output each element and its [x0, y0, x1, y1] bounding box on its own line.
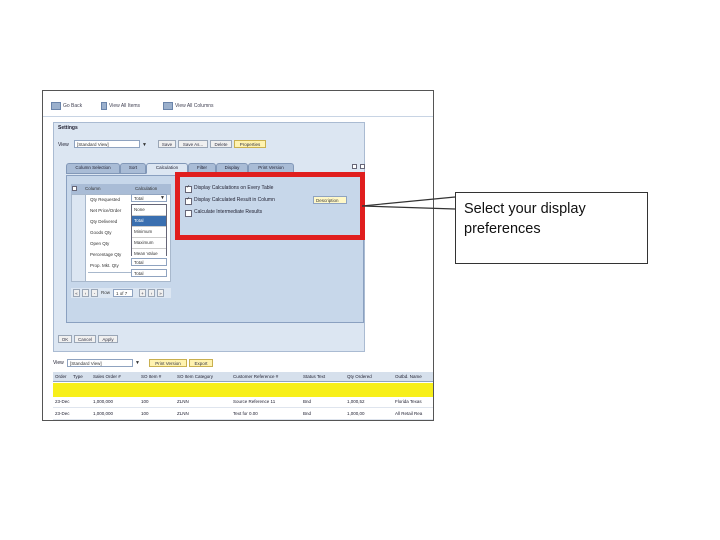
column-header[interactable]: Customer Reference #: [233, 372, 299, 382]
save-as-button[interactable]: Save As...: [178, 140, 208, 148]
calculation-header: Calculation: [133, 184, 171, 194]
dropdown-option[interactable]: Maximum: [132, 238, 166, 249]
callout-leader-line: [362, 196, 456, 210]
callout-box: Select your display preferences: [455, 192, 648, 264]
view-label: View: [58, 142, 69, 148]
next-row-button[interactable]: +: [139, 289, 146, 297]
grid-pager: « ‹ - Row 1 of 7 + › »: [71, 288, 171, 298]
results-view-select[interactable]: [Standard View]: [67, 359, 133, 367]
last-page-button[interactable]: »: [157, 289, 164, 297]
first-page-button[interactable]: «: [73, 289, 80, 297]
view-all-items-button[interactable]: View All Items: [101, 101, 140, 111]
expand-icon[interactable]: [352, 164, 357, 169]
prev-page-button[interactable]: ‹: [82, 289, 89, 297]
table-row[interactable]: 23-Dec 1,000,000 100 ZLNN Source Referen…: [53, 397, 433, 408]
column-header[interactable]: Qty Ordered: [347, 372, 391, 382]
cancel-button[interactable]: Cancel: [74, 335, 96, 343]
back-icon: [51, 102, 61, 110]
restore-icon[interactable]: [360, 164, 365, 169]
results-toolbar: View [Standard View] ▼ Print Version Exp…: [53, 359, 433, 369]
properties-button[interactable]: Properties: [234, 140, 266, 148]
export-button[interactable]: Export: [189, 359, 213, 367]
column-header: Column: [85, 186, 101, 191]
chevron-down-icon[interactable]: ▼: [160, 195, 165, 201]
pager-value[interactable]: 1 of 7: [113, 289, 133, 297]
dropdown-option[interactable]: None: [132, 205, 166, 216]
ok-button[interactable]: OK: [58, 335, 72, 343]
table-row[interactable]: 23-Dec 1,000,000 100 ZLNN Text for 0.00 …: [53, 409, 433, 420]
highlight-box: [175, 172, 365, 240]
print-version-button[interactable]: Print Version: [149, 359, 187, 367]
column-header[interactable]: SO Item #: [141, 372, 173, 382]
row-selector-column: [72, 195, 86, 281]
column-header[interactable]: Order: [55, 372, 71, 382]
chevron-down-icon[interactable]: ▼: [135, 360, 140, 366]
apply-button[interactable]: Apply: [98, 335, 118, 343]
calculation-select[interactable]: Total: [131, 269, 167, 277]
results-view-label: View: [53, 360, 64, 366]
tab-column-selection[interactable]: Column Selection: [66, 163, 120, 174]
sap-screenshot: Go Back View All Items View All Columns …: [42, 90, 434, 421]
column-header[interactable]: Outbd. Name: [395, 372, 433, 382]
column-header[interactable]: Sales Order #: [93, 372, 137, 382]
calculation-select[interactable]: Total: [131, 258, 167, 266]
columns-icon: [163, 102, 173, 110]
view-select[interactable]: [Standard View]: [74, 140, 140, 148]
save-button[interactable]: Save: [158, 140, 176, 148]
view-all-columns-button[interactable]: View All Columns: [163, 101, 214, 111]
chevron-down-icon[interactable]: ▼: [142, 142, 147, 148]
items-icon: [101, 102, 107, 110]
tab-sort[interactable]: Sort: [120, 163, 146, 174]
column-header[interactable]: SO Item Category: [177, 372, 229, 382]
dropdown-option[interactable]: Total: [132, 216, 166, 227]
next-page-button[interactable]: ›: [148, 289, 155, 297]
toolbar: Go Back View All Items View All Columns: [43, 91, 433, 117]
settings-title: Settings: [58, 125, 78, 131]
go-back-button[interactable]: Go Back: [51, 101, 82, 111]
results-table-header: Order Type Sales Order # SO Item # SO It…: [53, 372, 433, 382]
calculation-dropdown: None Total Minimum Maximum Mean Value: [131, 204, 167, 260]
pager-label: Row: [101, 290, 111, 295]
column-header[interactable]: Status Text: [303, 372, 343, 382]
delete-button[interactable]: Delete: [210, 140, 232, 148]
totals-row: [53, 383, 433, 397]
column-header[interactable]: Type: [73, 372, 91, 382]
select-all-checkbox[interactable]: [72, 186, 77, 191]
prev-row-button[interactable]: -: [91, 289, 98, 297]
dropdown-option[interactable]: Minimum: [132, 227, 166, 238]
